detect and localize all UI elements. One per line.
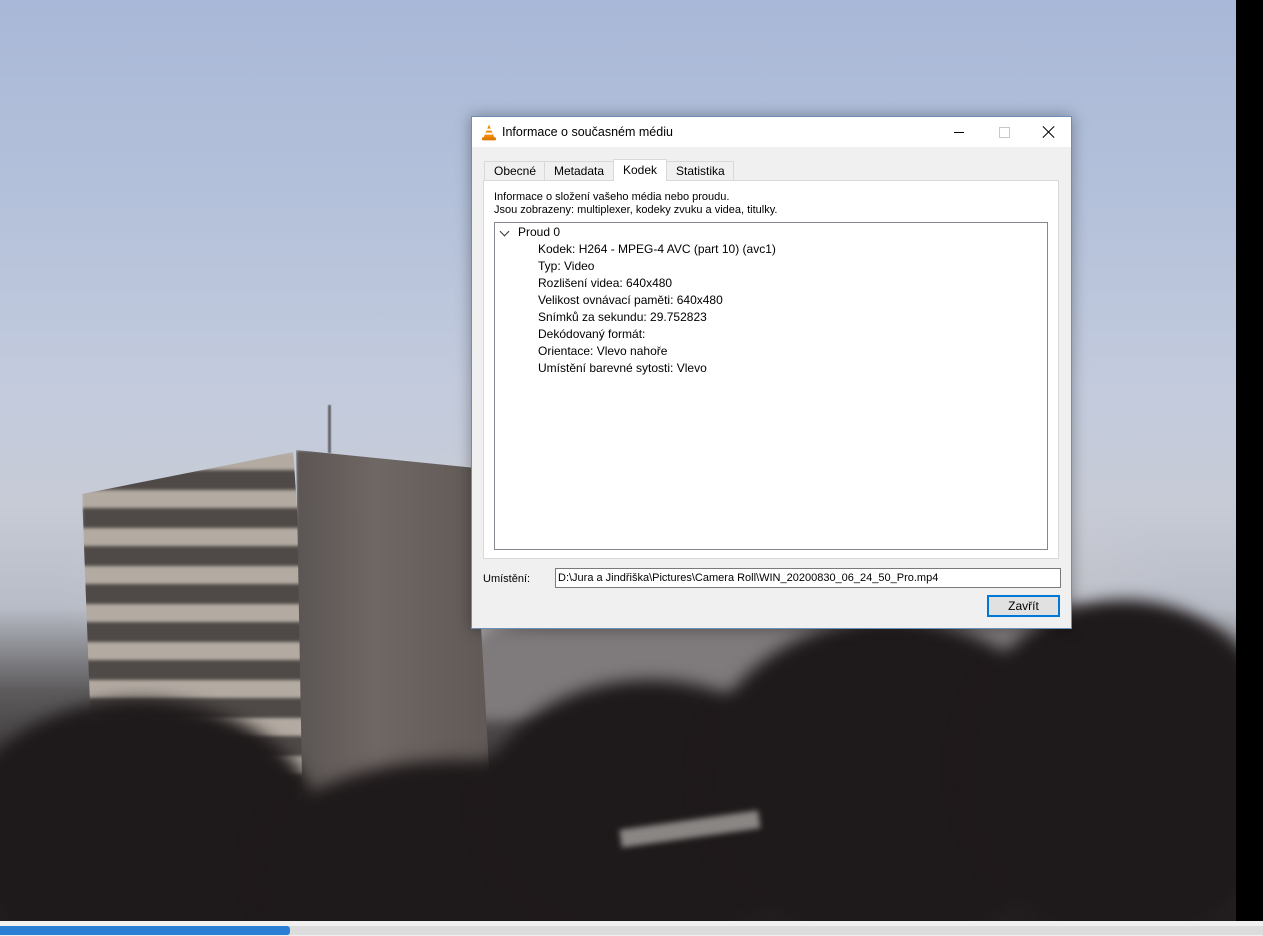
minimize-button[interactable] — [936, 117, 982, 147]
maximize-button — [981, 117, 1027, 147]
vlc-cone-icon — [482, 124, 496, 141]
orientation-detail[interactable]: Orientace: Vlevo nahoře — [538, 344, 667, 359]
description-line: Informace o složení vašeho média nebo pr… — [494, 191, 730, 203]
close-icon — [1043, 126, 1055, 138]
dialog-title: Informace o současném médiu — [502, 125, 673, 139]
codec-detail[interactable]: Kodek: H264 - MPEG-4 AVC (part 10) (avc1… — [538, 242, 776, 257]
tab-statistics[interactable]: Statistika — [666, 161, 734, 180]
media-info-dialog: Informace o současném médiu Obecné Metad… — [471, 116, 1072, 629]
window-edge — [1236, 0, 1263, 921]
close-button[interactable]: Zavřít — [987, 595, 1060, 617]
location-field[interactable]: D:\Jura a Jindřiška\Pictures\Camera Roll… — [555, 568, 1061, 588]
decoded-format-detail[interactable]: Dekódovaný formát: — [538, 327, 645, 342]
chevron-down-icon[interactable] — [499, 226, 510, 237]
location-label: Umístění: — [483, 573, 531, 585]
title-bar[interactable]: Informace o současném médiu — [472, 117, 1071, 147]
buffer-size-detail[interactable]: Velikost ovnávací paměti: 640x480 — [538, 293, 723, 308]
tab-codec[interactable]: Kodek — [613, 159, 667, 181]
chroma-location-detail[interactable]: Umístění barevné sytosti: Vlevo — [538, 361, 707, 376]
codec-description: Informace o složení vašeho média nebo pr… — [494, 191, 778, 217]
frame-rate-detail[interactable]: Snímků za sekundu: 29.752823 — [538, 310, 707, 325]
type-detail[interactable]: Typ: Video — [538, 259, 594, 274]
description-line: Jsou zobrazeny: multiplexer, kodeky zvuk… — [494, 204, 778, 216]
codec-panel: Informace o složení vašeho média nebo pr… — [483, 180, 1059, 559]
stream-label: Proud 0 — [518, 225, 561, 239]
close-window-button[interactable] — [1026, 117, 1072, 147]
rooftop-antenna — [328, 405, 331, 453]
tab-general[interactable]: Obecné — [484, 161, 545, 180]
maximize-icon — [998, 126, 1010, 138]
stream-node[interactable]: Proud 0 — [495, 224, 1035, 241]
resolution-detail[interactable]: Rozlišení videa: 640x480 — [538, 276, 672, 291]
tab-metadata[interactable]: Metadata — [544, 161, 614, 180]
minimize-icon — [954, 131, 964, 133]
seek-bar-progress[interactable] — [0, 926, 290, 935]
codec-tree[interactable]: Proud 0 Kodek: H264 - MPEG-4 AVC (part 1… — [494, 222, 1048, 550]
